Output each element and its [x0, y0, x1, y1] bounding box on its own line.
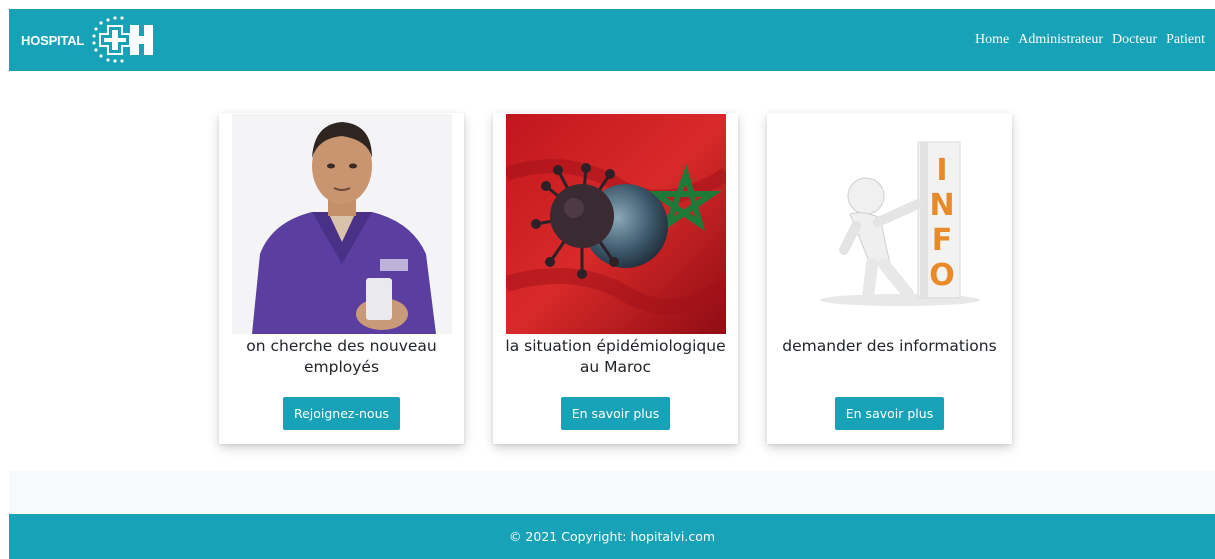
- card-epidemic: la situation épidémiologique au Maroc En…: [493, 113, 738, 444]
- copyright-text: © 2021 Copyright: hopitalvi.com: [508, 529, 716, 544]
- info-figure-image: I N F O: [779, 114, 1000, 334]
- doctor-photo-image: [231, 114, 452, 334]
- svg-text:I: I: [936, 153, 947, 188]
- svg-text:F: F: [931, 223, 952, 258]
- svg-text:N: N: [929, 188, 954, 223]
- learn-more-button[interactable]: En savoir plus: [560, 397, 671, 430]
- nav-docteur[interactable]: Docteur: [1112, 32, 1157, 48]
- nav-patient[interactable]: Patient: [1166, 32, 1205, 48]
- navbar: HOSPITAL Home Administrateur Docteur Pat…: [9, 9, 1215, 71]
- card-title: la situation épidémiologique au Maroc: [505, 337, 726, 376]
- card-title: demander des informations: [782, 337, 997, 355]
- brand[interactable]: HOSPITAL: [21, 9, 158, 71]
- brand-text: HOSPITAL: [21, 32, 85, 48]
- card-info: I N F O demander des informations En sav…: [767, 113, 1012, 444]
- card-list: on cherche des nouveau employés Rejoigne…: [219, 113, 1012, 444]
- card-title: on cherche des nouveau employés: [246, 337, 437, 376]
- join-us-button[interactable]: Rejoignez-nous: [282, 397, 401, 430]
- spacer-band: [9, 471, 1215, 514]
- svg-text:O: O: [929, 258, 955, 293]
- virus-morocco-flag-image: [505, 114, 726, 334]
- nav-links: Home Administrateur Docteur Patient: [975, 32, 1205, 48]
- nav-administrateur[interactable]: Administrateur: [1018, 32, 1103, 48]
- card-recruitment: on cherche des nouveau employés Rejoigne…: [219, 113, 464, 444]
- footer: © 2021 Copyright: hopitalvi.com: [9, 514, 1215, 559]
- hospital-cross-logo-icon: [92, 16, 154, 63]
- learn-more-button[interactable]: En savoir plus: [834, 397, 945, 430]
- nav-home[interactable]: Home: [975, 32, 1009, 48]
